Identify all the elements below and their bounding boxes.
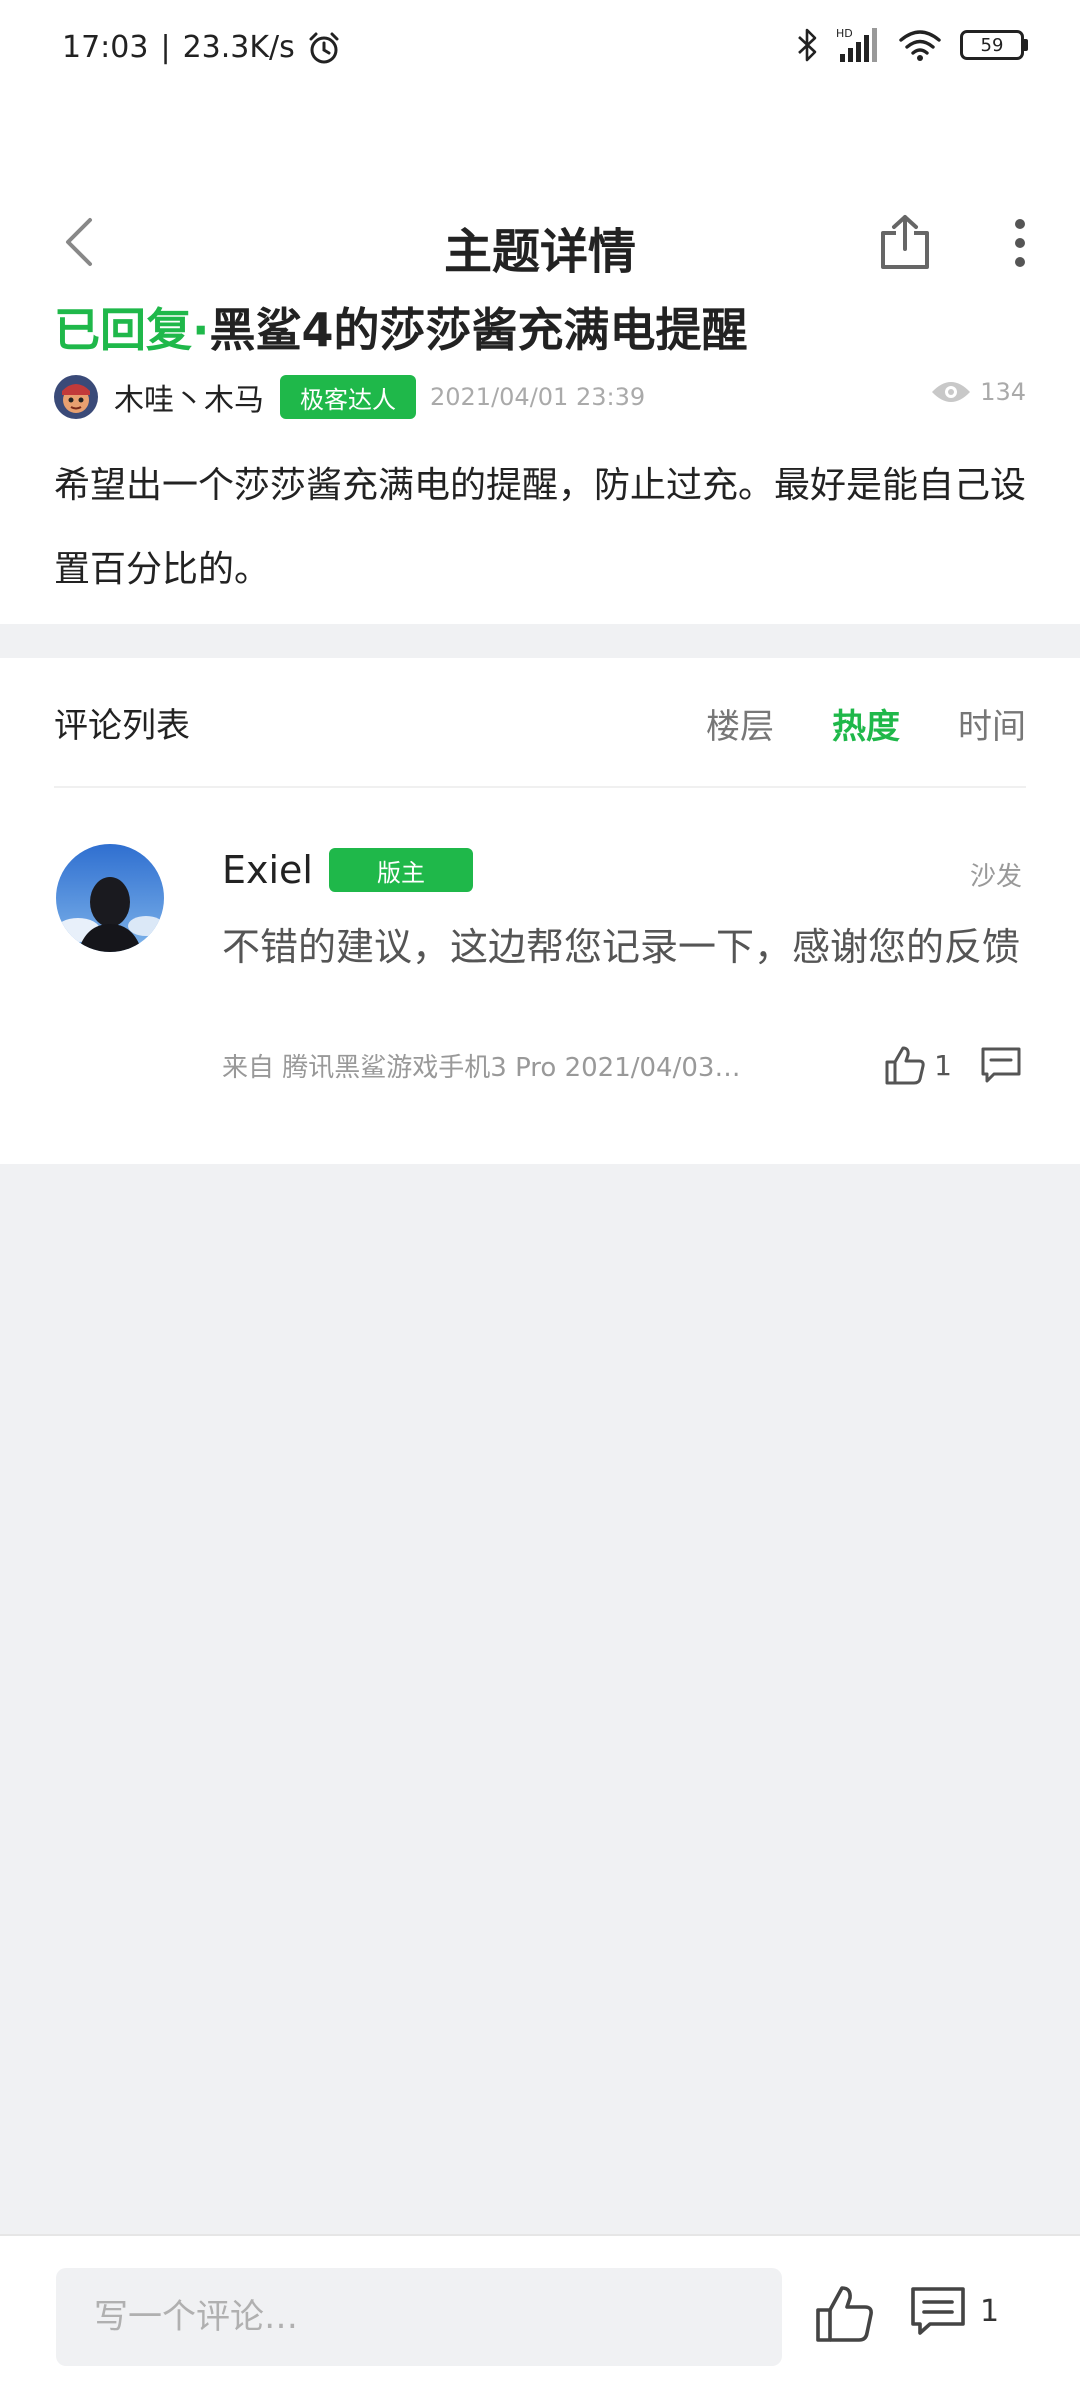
comment-section: 评论列表 楼层 热度 时间 Exiel 版主 沙发 不错的建议，这边帮您记录一下… xyxy=(0,658,1080,1164)
status-time: 17:03 xyxy=(62,30,149,65)
comment-text: 不错的建议，这边帮您记录一下，感谢您的反馈 xyxy=(222,925,1021,969)
post-title-text: 黑鲨4的莎莎酱充满电提醒 xyxy=(209,303,748,357)
comment-icon xyxy=(911,2287,965,2335)
bottom-bar: 1 xyxy=(0,2234,1080,2400)
like-count: 1 xyxy=(934,1048,952,1082)
more-button[interactable] xyxy=(1000,212,1040,274)
sort-tabs: 楼层 热度 时间 xyxy=(706,658,1026,788)
post-body: 希望出一个莎莎酱充满电的提醒，防止过充。最好是能自己设置百分比的。 xyxy=(54,465,1027,590)
like-icon[interactable] xyxy=(814,2284,874,2344)
status-net-speed: 23.3K/s xyxy=(182,30,295,65)
commenter-name[interactable]: Exiel xyxy=(222,848,313,892)
sort-tab-floor[interactable]: 楼层 xyxy=(706,699,774,748)
share-icon xyxy=(881,215,929,269)
post-title: 已回复·黑鲨4的莎莎酱充满电提醒 xyxy=(54,290,1026,370)
commenter-avatar[interactable] xyxy=(56,844,164,952)
comment-footer: 来自 腾讯黑鲨游戏手机3 Pro 2021/04/03… 1 xyxy=(222,1040,1022,1090)
alarm-icon xyxy=(309,32,339,63)
post-status-prefix: 已回复· xyxy=(54,303,210,357)
reply-icon[interactable] xyxy=(980,1046,1022,1084)
sort-tab-time[interactable]: 时间 xyxy=(958,699,1026,748)
status-left: 17:03 | 23.3K/s xyxy=(62,30,341,65)
comment-actions: 1 xyxy=(884,1040,1022,1090)
comment-user-row: Exiel 版主 xyxy=(222,848,473,892)
battery-cap xyxy=(1024,39,1028,51)
signal-icon: HD xyxy=(836,27,877,62)
comment-item: Exiel 版主 沙发 不错的建议，这边帮您记录一下，感谢您的反馈 来自 腾讯黑… xyxy=(0,788,1080,1164)
post: 已回复·黑鲨4的莎莎酱充满电提醒 木哇丶木马 极客达人 2021/04/01 2… xyxy=(0,290,1080,624)
more-icon xyxy=(1015,219,1025,267)
eye-icon xyxy=(932,382,971,402)
author-badge: 极客达人 xyxy=(280,375,416,419)
author-row: 木哇丶木马 极客达人 2021/04/01 23:39 134 xyxy=(54,370,1026,424)
header-area: 17:03 | 23.3K/s HD 59 主题详情 已回复·黑鲨4的莎莎酱充满… xyxy=(0,0,1080,624)
bottom-comment-button[interactable]: 1 xyxy=(910,2286,999,2336)
battery-icon: 59 xyxy=(960,30,1028,60)
comment-list-header: 评论列表 楼层 热度 时间 xyxy=(54,658,1026,788)
comment-source: 来自 腾讯黑鲨游戏手机3 Pro 2021/04/03… xyxy=(222,1052,741,1083)
section-divider xyxy=(0,624,1080,658)
comment-list-title: 评论列表 xyxy=(54,705,190,746)
comment-floor: 沙发 xyxy=(969,862,1022,892)
battery-level: 59 xyxy=(960,30,1024,60)
author-avatar[interactable] xyxy=(54,375,98,419)
sort-tab-popularity[interactable]: 热度 xyxy=(832,699,900,748)
view-count: 134 xyxy=(930,378,1026,406)
author-name[interactable]: 木哇丶木马 xyxy=(114,375,264,419)
view-count-value: 134 xyxy=(980,378,1026,406)
network-label: HD xyxy=(836,27,853,40)
bluetooth-icon xyxy=(798,28,817,62)
status-bar: 17:03 | 23.3K/s HD 59 xyxy=(0,0,1080,100)
moderator-badge: 版主 xyxy=(329,848,473,892)
avatar-image xyxy=(54,375,98,419)
share-button[interactable] xyxy=(872,210,938,274)
like-icon[interactable] xyxy=(884,1045,926,1085)
nav-bar: 主题详情 xyxy=(0,100,1080,290)
commenter-avatar-image xyxy=(56,844,164,952)
status-separator: | xyxy=(160,30,171,65)
comment-count: 1 xyxy=(980,2293,1000,2329)
status-right: HD 59 xyxy=(796,26,1028,64)
comment-input[interactable] xyxy=(56,2268,782,2366)
wifi-icon xyxy=(899,30,941,61)
post-time: 2021/04/01 23:39 xyxy=(430,383,646,411)
